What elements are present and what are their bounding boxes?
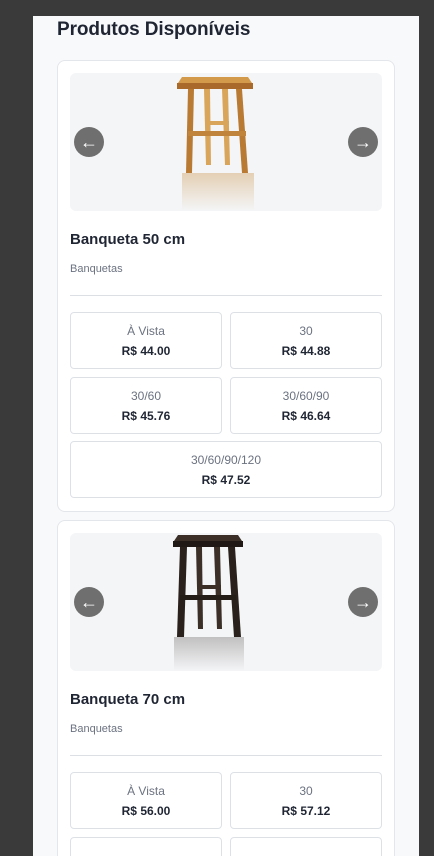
price-option-label: À Vista bbox=[127, 784, 165, 798]
price-option-label: 30 bbox=[299, 324, 313, 338]
price-option-label: À Vista bbox=[127, 324, 165, 338]
arrow-left-icon: ← bbox=[80, 132, 98, 152]
price-option-label: 30/60 bbox=[130, 389, 162, 403]
price-option-value: R$ 56.00 bbox=[121, 804, 171, 818]
carousel-prev-button[interactable]: ← bbox=[74, 587, 104, 617]
price-option[interactable] bbox=[70, 837, 222, 856]
image-carousel: ← → bbox=[70, 73, 382, 211]
price-option-label: 30 bbox=[299, 784, 313, 798]
product-list-page: Produtos Disponíveis ← → Banqueta 50 cm … bbox=[33, 16, 419, 856]
price-option-value: R$ 46.64 bbox=[281, 409, 331, 423]
price-option[interactable]: À Vista R$ 44.00 bbox=[70, 312, 222, 369]
price-option[interactable]: 30/60/90 R$ 46.64 bbox=[230, 377, 382, 434]
arrow-left-icon: ← bbox=[80, 592, 98, 612]
page-title: Produtos Disponíveis bbox=[57, 19, 251, 40]
arrow-right-icon: → bbox=[354, 592, 372, 612]
price-option[interactable]: 30 R$ 44.88 bbox=[230, 312, 382, 369]
price-option[interactable]: À Vista R$ 56.00 bbox=[70, 772, 222, 829]
price-option[interactable]: 30/60 R$ 45.76 bbox=[70, 377, 222, 434]
carousel-prev-button[interactable]: ← bbox=[74, 127, 104, 157]
price-option-value: R$ 44.88 bbox=[281, 344, 331, 358]
product-image bbox=[173, 535, 244, 671]
carousel-next-button[interactable]: → bbox=[348, 127, 378, 157]
product-card: ← → Banqueta 70 cm Banquetas À Vista R$ … bbox=[57, 520, 395, 856]
carousel-next-button[interactable]: → bbox=[348, 587, 378, 617]
product-category: Banquetas bbox=[70, 723, 123, 735]
product-card: ← → Banqueta 50 cm Banquetas À Vista R$ … bbox=[57, 60, 395, 512]
price-option[interactable]: 30 R$ 57.12 bbox=[230, 772, 382, 829]
price-option-value: R$ 44.00 bbox=[121, 344, 171, 358]
price-option-value: R$ 47.52 bbox=[201, 473, 251, 487]
product-name: Banqueta 50 cm bbox=[70, 231, 186, 248]
arrow-right-icon: → bbox=[354, 132, 372, 152]
price-option-value: R$ 45.76 bbox=[121, 409, 171, 423]
product-name: Banqueta 70 cm bbox=[70, 691, 186, 708]
product-category: Banquetas bbox=[70, 263, 123, 275]
price-option-label: 30/60/90 bbox=[282, 389, 330, 403]
price-option[interactable]: 30/60/90/120 R$ 47.52 bbox=[70, 441, 382, 498]
divider bbox=[70, 295, 382, 296]
divider bbox=[70, 755, 382, 756]
product-image bbox=[177, 77, 254, 211]
image-carousel: ← → bbox=[70, 533, 382, 671]
price-option-value: R$ 57.12 bbox=[281, 804, 331, 818]
price-option[interactable] bbox=[230, 837, 382, 856]
price-option-label: 30/60/90/120 bbox=[190, 453, 262, 467]
